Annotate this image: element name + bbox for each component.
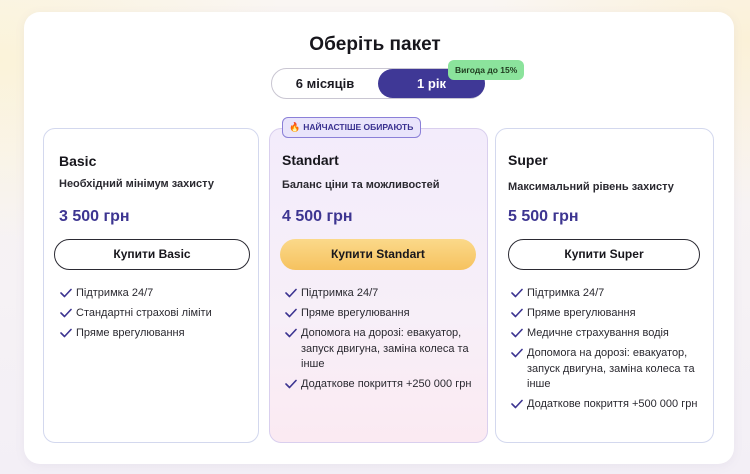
feature-text: Допомога на дорозі: евакуатор, запуск дв… bbox=[301, 327, 469, 370]
plan-description-standart: Баланс ціни та можливостей bbox=[282, 179, 440, 191]
feature-item: Допомога на дорозі: евакуатор, запуск дв… bbox=[511, 346, 706, 393]
feature-item: Допомога на дорозі: евакуатор, запуск дв… bbox=[285, 326, 478, 373]
feature-text: Підтримка 24/7 bbox=[301, 287, 379, 299]
buy-standart-button[interactable]: Купити Standart bbox=[280, 239, 476, 270]
feature-list-super: Підтримка 24/7 Пряме врегулювання Медичн… bbox=[511, 286, 706, 417]
plan-description-basic: Необхідний мінімум захисту bbox=[59, 178, 214, 190]
feature-item: Підтримка 24/7 bbox=[285, 286, 478, 302]
feature-item: Додаткове покриття +250 000 грн bbox=[285, 377, 478, 393]
feature-list-basic: Підтримка 24/7 Стандартні страхові ліміт… bbox=[60, 286, 255, 346]
feature-item: Додаткове покриття +500 000 грн bbox=[511, 397, 706, 413]
check-icon bbox=[60, 328, 72, 338]
feature-item: Пряме врегулювання bbox=[511, 306, 706, 322]
feature-item: Підтримка 24/7 bbox=[511, 286, 706, 302]
feature-item: Пряме врегулювання bbox=[60, 326, 255, 342]
period-option-6-months[interactable]: 6 місяців bbox=[272, 69, 378, 98]
check-icon bbox=[511, 288, 523, 298]
fire-icon: 🔥 bbox=[289, 122, 301, 132]
popular-badge-label: НАЙЧАСТІШЕ ОБИРАЮТЬ bbox=[303, 122, 414, 132]
feature-text: Додаткове покриття +500 000 грн bbox=[527, 398, 698, 410]
plan-name-super: Super bbox=[508, 152, 548, 168]
plan-price-super: 5 500 грн bbox=[508, 208, 579, 225]
feature-item: Стандартні страхові ліміти bbox=[60, 306, 255, 322]
feature-text: Медичне страхування водія bbox=[527, 327, 669, 339]
feature-text: Пряме врегулювання bbox=[76, 327, 185, 339]
check-icon bbox=[285, 288, 297, 298]
feature-item: Медичне страхування водія bbox=[511, 326, 706, 342]
feature-text: Стандартні страхові ліміти bbox=[76, 307, 212, 319]
check-icon bbox=[511, 328, 523, 338]
page-title: Оберіть пакет bbox=[309, 34, 441, 55]
plan-price-standart: 4 500 грн bbox=[282, 208, 353, 225]
check-icon bbox=[511, 308, 523, 318]
popular-badge: 🔥 НАЙЧАСТІШЕ ОБИРАЮТЬ bbox=[282, 117, 422, 138]
plan-price-basic: 3 500 грн bbox=[59, 208, 130, 225]
discount-badge: Вигода до 15% bbox=[448, 60, 525, 80]
check-icon bbox=[511, 399, 523, 409]
check-icon bbox=[285, 379, 297, 389]
check-icon bbox=[60, 288, 72, 298]
check-icon bbox=[511, 348, 523, 358]
feature-text: Підтримка 24/7 bbox=[527, 287, 605, 299]
feature-item: Пряме врегулювання bbox=[285, 306, 478, 322]
feature-list-standart: Підтримка 24/7 Пряме врегулювання Допомо… bbox=[285, 286, 478, 397]
feature-text: Додаткове покриття +250 000 грн bbox=[301, 378, 472, 390]
feature-text: Підтримка 24/7 bbox=[76, 287, 154, 299]
check-icon bbox=[285, 308, 297, 318]
feature-text: Допомога на дорозі: евакуатор, запуск дв… bbox=[527, 347, 695, 390]
feature-text: Пряме врегулювання bbox=[527, 307, 636, 319]
buy-super-button[interactable]: Купити Super bbox=[508, 239, 700, 270]
plan-name-basic: Basic bbox=[59, 153, 97, 169]
feature-text: Пряме врегулювання bbox=[301, 307, 410, 319]
plan-name-standart: Standart bbox=[282, 152, 339, 168]
buy-basic-button[interactable]: Купити Basic bbox=[54, 239, 250, 270]
plan-description-super: Максимальний рівень захисту bbox=[508, 181, 674, 193]
check-icon bbox=[60, 308, 72, 318]
feature-item: Підтримка 24/7 bbox=[60, 286, 255, 302]
check-icon bbox=[285, 328, 297, 338]
